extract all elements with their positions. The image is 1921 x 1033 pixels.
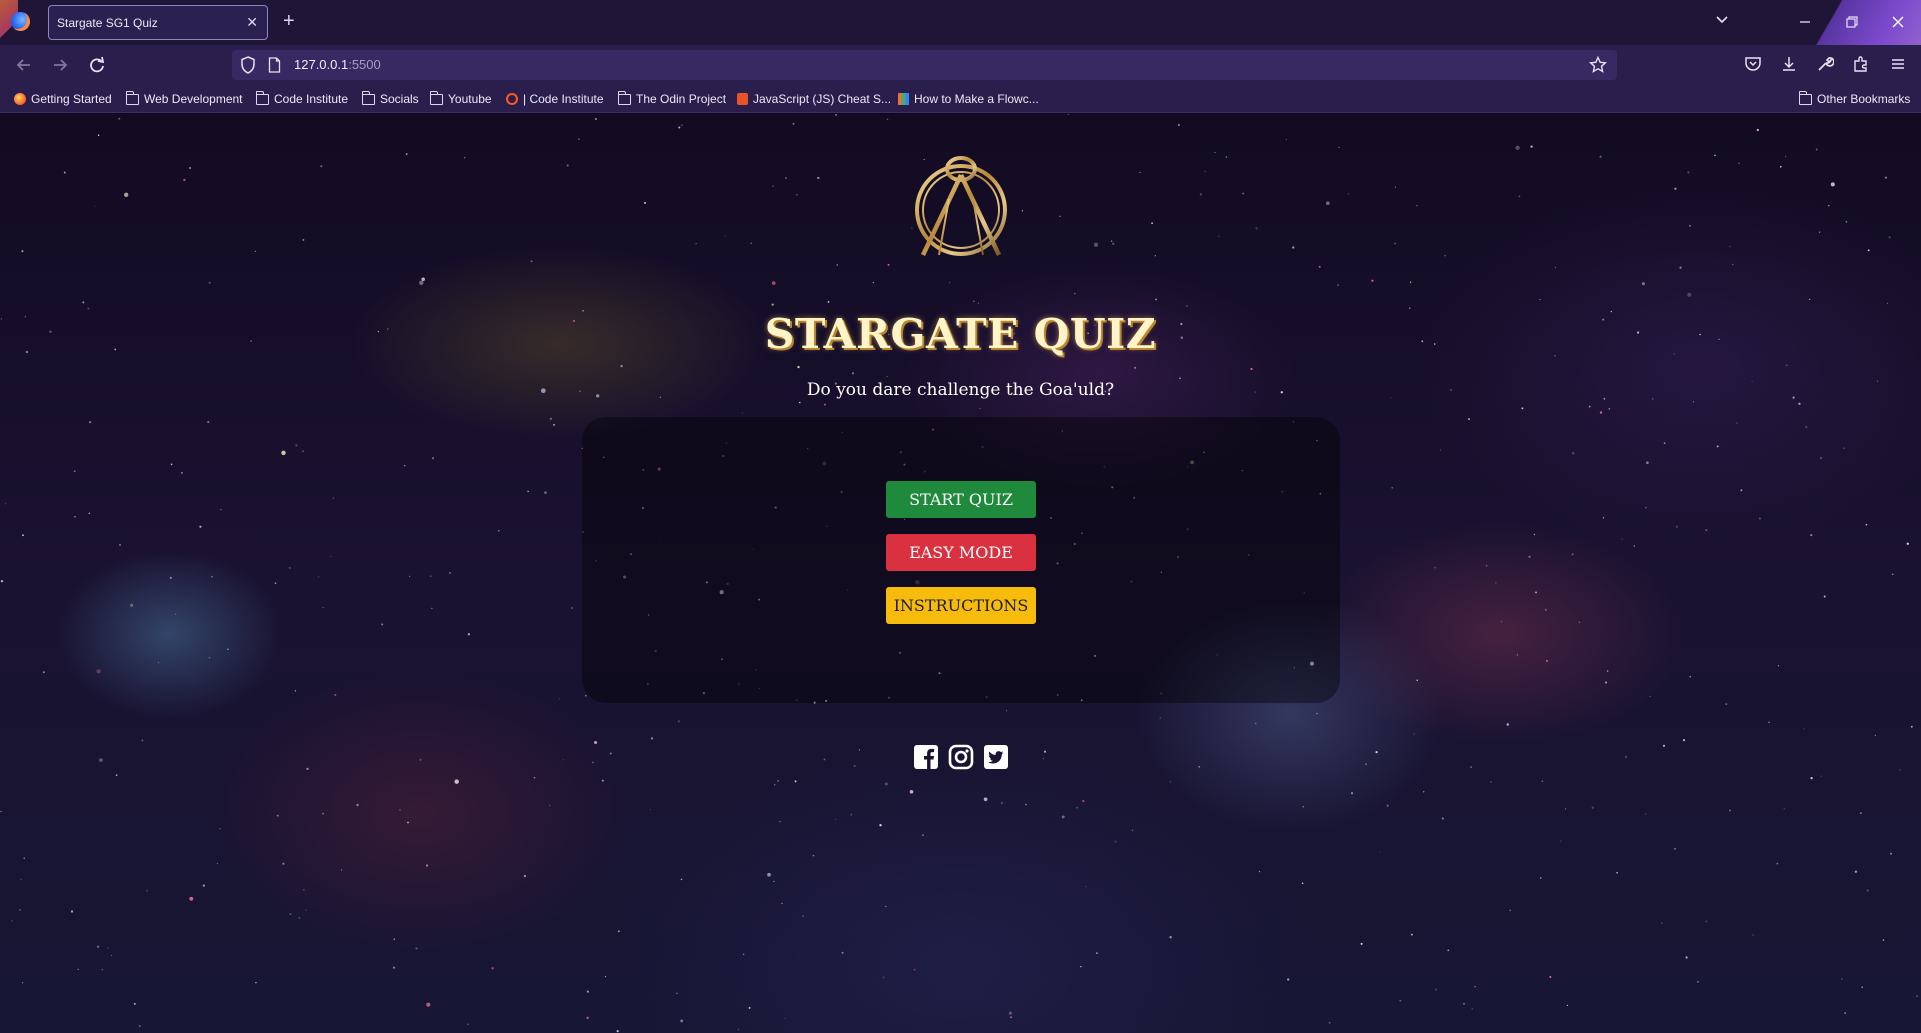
instagram-icon[interactable] (948, 744, 974, 770)
bookmark-youtube[interactable]: Youtube (430, 90, 492, 106)
shield-icon[interactable] (240, 56, 256, 74)
bookmark-label: Code Institute (274, 92, 349, 106)
pocket-icon[interactable] (1744, 55, 1762, 73)
bookmark-js-cheatsheet[interactable]: JavaScript (JS) Cheat S... (737, 92, 891, 106)
bookmark-label: The Odin Project (636, 92, 727, 106)
flowchart-icon (898, 93, 909, 105)
folder-icon (618, 90, 631, 105)
page-subtitle: Do you dare challenge the Goa'uld? (806, 380, 1115, 400)
page-title: STARGATE QUIZ (764, 310, 1157, 358)
url-bar[interactable]: 127.0.0.1:5500 (232, 50, 1617, 80)
menu-icon[interactable] (1889, 55, 1907, 73)
url-port: :5500 (348, 57, 381, 72)
bookmark-socials[interactable]: Socials (362, 90, 419, 106)
arrow-right-icon (54, 59, 68, 71)
bookmark-other[interactable]: Other Bookmarks (1799, 90, 1911, 106)
back-button[interactable] (13, 54, 35, 76)
close-window-icon[interactable] (1891, 15, 1905, 29)
folder-icon (362, 90, 375, 105)
tab-stargate-quiz[interactable]: Stargate SG1 Quiz ✕ (48, 5, 268, 40)
folder-icon (1799, 90, 1812, 105)
reload-button[interactable] (86, 54, 108, 76)
bookmarks-toolbar: Getting Started Web Development Code Ins… (0, 85, 1921, 113)
minimize-icon[interactable] (1798, 15, 1812, 29)
firefox-icon[interactable] (11, 12, 30, 31)
bookmark-label: Youtube (448, 92, 492, 106)
folder-icon (430, 90, 443, 105)
download-icon[interactable] (1780, 55, 1798, 73)
url-host: 127.0.0.1 (294, 57, 349, 72)
chevron-down-icon[interactable] (1715, 12, 1729, 26)
code-institute-icon (506, 93, 518, 105)
twitter-icon[interactable] (983, 744, 1009, 770)
start-quiz-button[interactable]: START QUIZ (886, 481, 1036, 518)
bookmark-odin-project[interactable]: The Odin Project (618, 90, 727, 106)
bookmark-getting-started[interactable]: Getting Started (14, 92, 112, 106)
bookmark-label: Web Development (144, 92, 243, 106)
extensions-icon[interactable] (1852, 55, 1870, 73)
bookmark-label: Getting Started (31, 92, 112, 106)
bookmark-label: Socials (380, 92, 419, 106)
navigation-toolbar: 127.0.0.1:5500 (0, 45, 1921, 85)
bookmark-label: JavaScript (JS) Cheat S... (753, 92, 892, 106)
firefox-icon (14, 93, 26, 105)
page-viewport: STARGATE QUIZ Do you dare challenge the … (0, 114, 1921, 1033)
js-cheatsheet-icon (737, 93, 748, 105)
bookmark-flowchart[interactable]: How to Make a Flowc... (898, 92, 1039, 106)
instructions-button[interactable]: INSTRUCTIONS (886, 587, 1036, 624)
tab-bar: Stargate SG1 Quiz ✕ + (0, 0, 1921, 45)
url-text[interactable]: 127.0.0.1:5500 (294, 57, 381, 72)
quiz-menu-panel: START QUIZ EASY MODE INSTRUCTIONS (582, 417, 1340, 703)
bookmark-label: Other Bookmarks (1817, 92, 1911, 106)
folder-icon (256, 90, 269, 105)
easy-mode-button[interactable]: EASY MODE (886, 534, 1036, 571)
new-tab-button[interactable]: + (283, 9, 295, 33)
page-icon[interactable] (268, 57, 281, 73)
folder-icon (126, 90, 139, 105)
facebook-icon[interactable] (913, 744, 939, 770)
wrench-icon[interactable] (1816, 55, 1834, 73)
social-links (913, 744, 1009, 770)
bookmark-label: How to Make a Flowc... (914, 92, 1039, 106)
tab-title: Stargate SG1 Quiz (57, 15, 158, 30)
bookmark-label: | Code Institute (523, 92, 604, 106)
stargate-logo-icon (915, 156, 1007, 257)
bookmark-web-development[interactable]: Web Development (126, 90, 243, 106)
bookmark-code-institute-folder[interactable]: Code Institute (256, 90, 349, 106)
forward-button[interactable] (49, 54, 71, 76)
star-icon[interactable] (1589, 56, 1607, 74)
restore-icon[interactable] (1845, 15, 1859, 29)
arrow-left-icon (16, 59, 30, 71)
reload-icon (90, 56, 105, 73)
bookmark-code-institute[interactable]: | Code Institute (506, 92, 604, 106)
close-icon[interactable]: ✕ (246, 14, 258, 31)
